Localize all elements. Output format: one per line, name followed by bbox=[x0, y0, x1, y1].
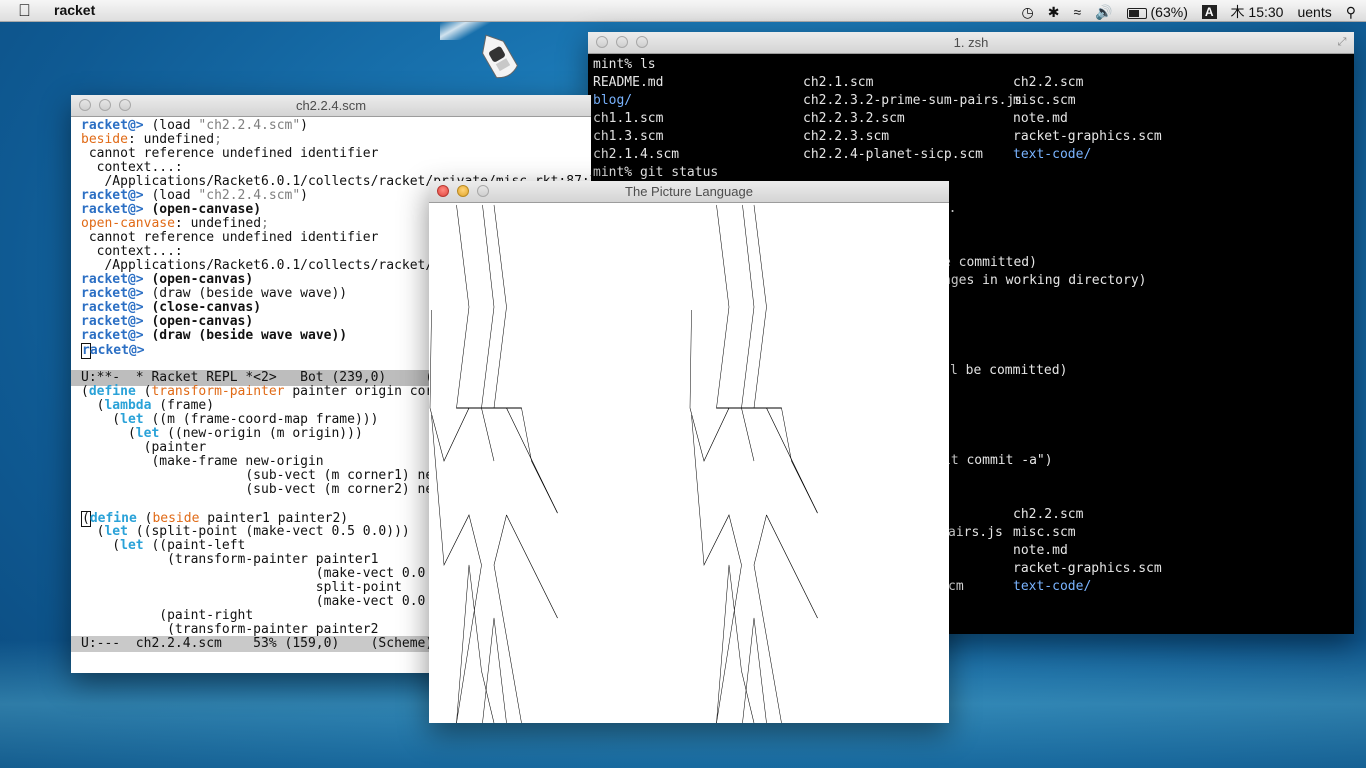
code-line: (make-vect 0.0 0.0) bbox=[81, 566, 465, 581]
ls-entry: misc.scm bbox=[1013, 525, 1076, 540]
terminal-fragment: e committed) bbox=[943, 255, 1037, 270]
code-line: (lambda (frame) bbox=[81, 398, 215, 413]
zoom-button[interactable] bbox=[477, 185, 489, 197]
ls-entry: ch2.2.scm bbox=[1013, 507, 1084, 522]
terminal-fragment: cm bbox=[948, 579, 964, 594]
code-line: (transform-painter painter1 bbox=[81, 552, 379, 567]
picture-window[interactable]: The Picture Language bbox=[429, 181, 949, 723]
window-title: 1. zsh bbox=[953, 35, 989, 50]
repl-line: beside: undefined; bbox=[81, 132, 222, 147]
repl-line: open-canvase: undefined; bbox=[81, 216, 269, 231]
ls-entry: note.md bbox=[1013, 111, 1068, 126]
close-button[interactable] bbox=[79, 99, 91, 111]
code-line: (transform-painter painter2 bbox=[81, 622, 379, 637]
repl-line: context...: bbox=[81, 244, 183, 259]
code-line: (make-vect 0.0 1.0))) bbox=[81, 594, 481, 609]
repl-line: racket@> (load "ch2.2.4.scm") bbox=[81, 188, 308, 203]
code-line: (painter bbox=[81, 440, 207, 455]
repl-input-line[interactable]: racket@> bbox=[81, 343, 145, 359]
repl-line: racket@> (open-canvas) bbox=[81, 272, 254, 287]
repl-line: context...: bbox=[81, 160, 183, 175]
emacs-titlebar[interactable]: ch2.2.4.scm bbox=[71, 95, 591, 117]
ls-entry: ch2.2.3.2.scm bbox=[803, 111, 905, 126]
repl-line: racket@> (load "ch2.2.4.scm") bbox=[81, 118, 308, 133]
repl-line: racket@> (draw (beside wave wave)) bbox=[81, 286, 348, 301]
apple-icon[interactable]:  bbox=[18, 1, 31, 21]
ls-entry: ch2.2.4-planet-sicp.scm bbox=[803, 147, 984, 162]
minimize-button[interactable] bbox=[457, 185, 469, 197]
ls-entry: misc.scm bbox=[1013, 93, 1076, 108]
ls-entry: ch2.2.3.scm bbox=[803, 129, 890, 144]
ls-entry: ch2.2.scm bbox=[1013, 75, 1084, 90]
clock[interactable]: 木 15:30 bbox=[1231, 2, 1284, 22]
input-method-icon[interactable]: A bbox=[1201, 5, 1217, 19]
ls-entry: note.md bbox=[1013, 543, 1068, 558]
wave-right bbox=[689, 204, 818, 723]
battery-percent: (63%) bbox=[1150, 4, 1188, 20]
code-line: (let ((m (frame-coord-map frame))) bbox=[81, 412, 379, 427]
ls-entry: ch2.1.scm bbox=[803, 75, 874, 90]
ls-entry: racket-graphics.scm bbox=[1013, 129, 1162, 144]
drawing-canvas bbox=[429, 203, 949, 723]
wifi-icon[interactable]: ≈ bbox=[1074, 4, 1082, 20]
status-tray: ◷ ✱ ≈ 🔊 (63%) A 木 15:30 uents ⚲ bbox=[1022, 2, 1356, 22]
volume-icon[interactable]: 🔊 bbox=[1095, 4, 1112, 21]
repl-line: racket@> (open-canvas) bbox=[81, 314, 254, 329]
battery-status[interactable]: (63%) bbox=[1126, 4, 1188, 20]
terminal-titlebar[interactable]: 1. zsh ⤢ bbox=[588, 32, 1354, 54]
zoom-button[interactable] bbox=[636, 36, 648, 48]
terminal-fragment: l be committed) bbox=[950, 363, 1068, 378]
ls-entry: blog/ bbox=[593, 93, 633, 108]
zoom-button[interactable] bbox=[119, 99, 131, 111]
ls-entry: racket-graphics.scm bbox=[1013, 561, 1162, 576]
minimize-button[interactable] bbox=[99, 99, 111, 111]
fullscreen-icon[interactable]: ⤢ bbox=[1336, 36, 1348, 48]
app-menu-racket[interactable]: racket bbox=[54, 2, 95, 18]
code-line: (let ((paint-left bbox=[81, 538, 246, 553]
code-line: split-point bbox=[81, 580, 402, 595]
close-button[interactable] bbox=[437, 185, 449, 197]
spotlight-icon[interactable]: ⚲ bbox=[1346, 4, 1356, 21]
terminal-fragment: airs.js bbox=[948, 525, 1003, 540]
terminal-fragment: it commit -a") bbox=[943, 453, 1053, 468]
ls-entry: text-code/ bbox=[1013, 579, 1092, 594]
repl-line: racket@> (draw (beside wave wave)) bbox=[81, 328, 348, 343]
terminal-line: mint% ls bbox=[593, 57, 656, 72]
ls-entry: ch2.2.3.2-prime-sum-pairs.js bbox=[803, 93, 1023, 108]
repl-line: cannot reference undefined identifier bbox=[81, 146, 379, 161]
picture-titlebar[interactable]: The Picture Language bbox=[429, 181, 949, 203]
ls-entry: text-code/ bbox=[1013, 147, 1092, 162]
code-line: (paint-right bbox=[81, 608, 254, 623]
time-machine-icon[interactable]: ◷ bbox=[1022, 4, 1034, 21]
window-title: The Picture Language bbox=[625, 184, 753, 199]
ls-entry: ch1.3.scm bbox=[593, 129, 664, 144]
ls-entry: ch2.1.4.scm bbox=[593, 147, 680, 162]
terminal-fragment: nges in working directory) bbox=[943, 273, 1147, 288]
menu-bar:  racket ◷ ✱ ≈ 🔊 (63%) A 木 15:30 uents ⚲ bbox=[0, 0, 1366, 22]
ls-entry: README.md bbox=[593, 75, 664, 90]
repl-line: racket@> (open-canvase) bbox=[81, 202, 262, 217]
window-title: ch2.2.4.scm bbox=[295, 98, 367, 113]
user-menu[interactable]: uents bbox=[1297, 4, 1331, 20]
close-button[interactable] bbox=[596, 36, 608, 48]
repl-line: cannot reference undefined identifier bbox=[81, 230, 379, 245]
wave-left bbox=[429, 204, 558, 723]
bluetooth-icon[interactable]: ✱ bbox=[1048, 4, 1060, 21]
repl-line: racket@> (close-canvas) bbox=[81, 300, 262, 315]
code-line: (let ((new-origin (m origin))) bbox=[81, 426, 363, 441]
battery-icon bbox=[1126, 7, 1147, 19]
terminal-line: mint% git status bbox=[593, 165, 719, 180]
minimize-button[interactable] bbox=[616, 36, 628, 48]
ls-entry: ch1.1.scm bbox=[593, 111, 664, 126]
code-line: (make-frame new-origin bbox=[81, 454, 324, 469]
code-line: (let ((split-point (make-vect 0.5 0.0))) bbox=[81, 524, 410, 539]
